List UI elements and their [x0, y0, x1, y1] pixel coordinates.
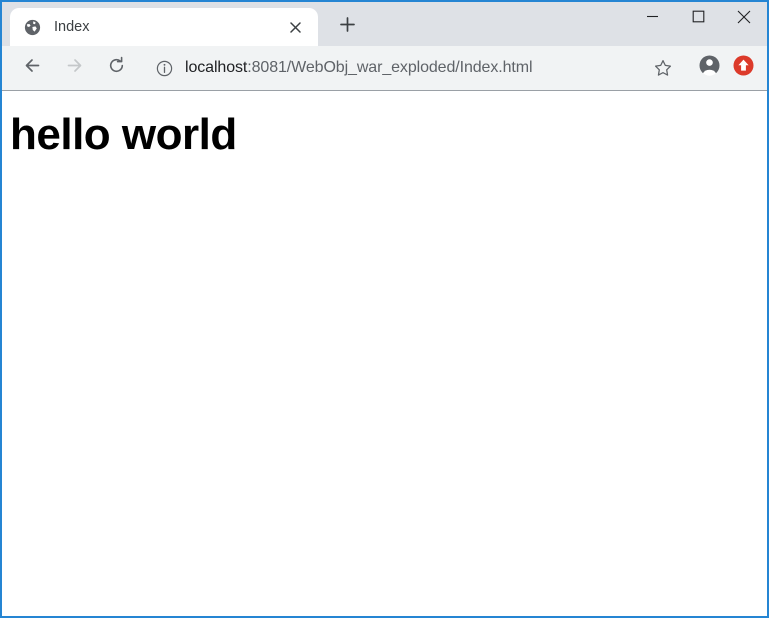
reload-icon	[107, 56, 126, 80]
arrow-right-icon	[65, 56, 84, 80]
account-circle-icon	[698, 54, 721, 82]
minimize-icon	[646, 10, 659, 28]
tab-strip: Index	[2, 2, 767, 46]
close-icon[interactable]	[282, 14, 308, 40]
reload-button[interactable]	[101, 53, 131, 83]
profile-button[interactable]	[694, 53, 724, 83]
star-icon[interactable]	[649, 54, 677, 82]
browser-window: Index localhost:8081/WebObj_war_exploded…	[0, 0, 769, 618]
info-circle-icon[interactable]	[152, 56, 176, 80]
new-tab-button[interactable]	[332, 12, 362, 42]
globe-icon	[24, 19, 41, 36]
update-button[interactable]	[728, 53, 758, 83]
close-window-button[interactable]	[721, 2, 767, 36]
browser-tab-index[interactable]: Index	[10, 8, 318, 46]
close-window-icon	[737, 10, 751, 29]
maximize-button[interactable]	[675, 2, 721, 36]
minimize-button[interactable]	[629, 2, 675, 36]
url-host: localhost	[185, 60, 248, 76]
tab-title: Index	[54, 19, 90, 35]
maximize-icon	[692, 10, 705, 28]
page-viewport: hello world	[2, 91, 767, 616]
update-arrow-icon	[732, 54, 755, 82]
page-heading: hello world	[10, 110, 237, 159]
address-bar[interactable]: localhost:8081/WebObj_war_exploded/Index…	[147, 53, 683, 83]
url-path: :8081/WebObj_war_exploded/Index.html	[247, 60, 533, 76]
forward-button[interactable]	[59, 53, 89, 83]
arrow-left-icon	[23, 56, 42, 80]
url-text: localhost:8081/WebObj_war_exploded/Index…	[185, 60, 649, 76]
browser-toolbar: localhost:8081/WebObj_war_exploded/Index…	[2, 46, 767, 91]
back-button[interactable]	[17, 53, 47, 83]
window-controls	[629, 2, 767, 36]
plus-icon	[339, 17, 355, 37]
